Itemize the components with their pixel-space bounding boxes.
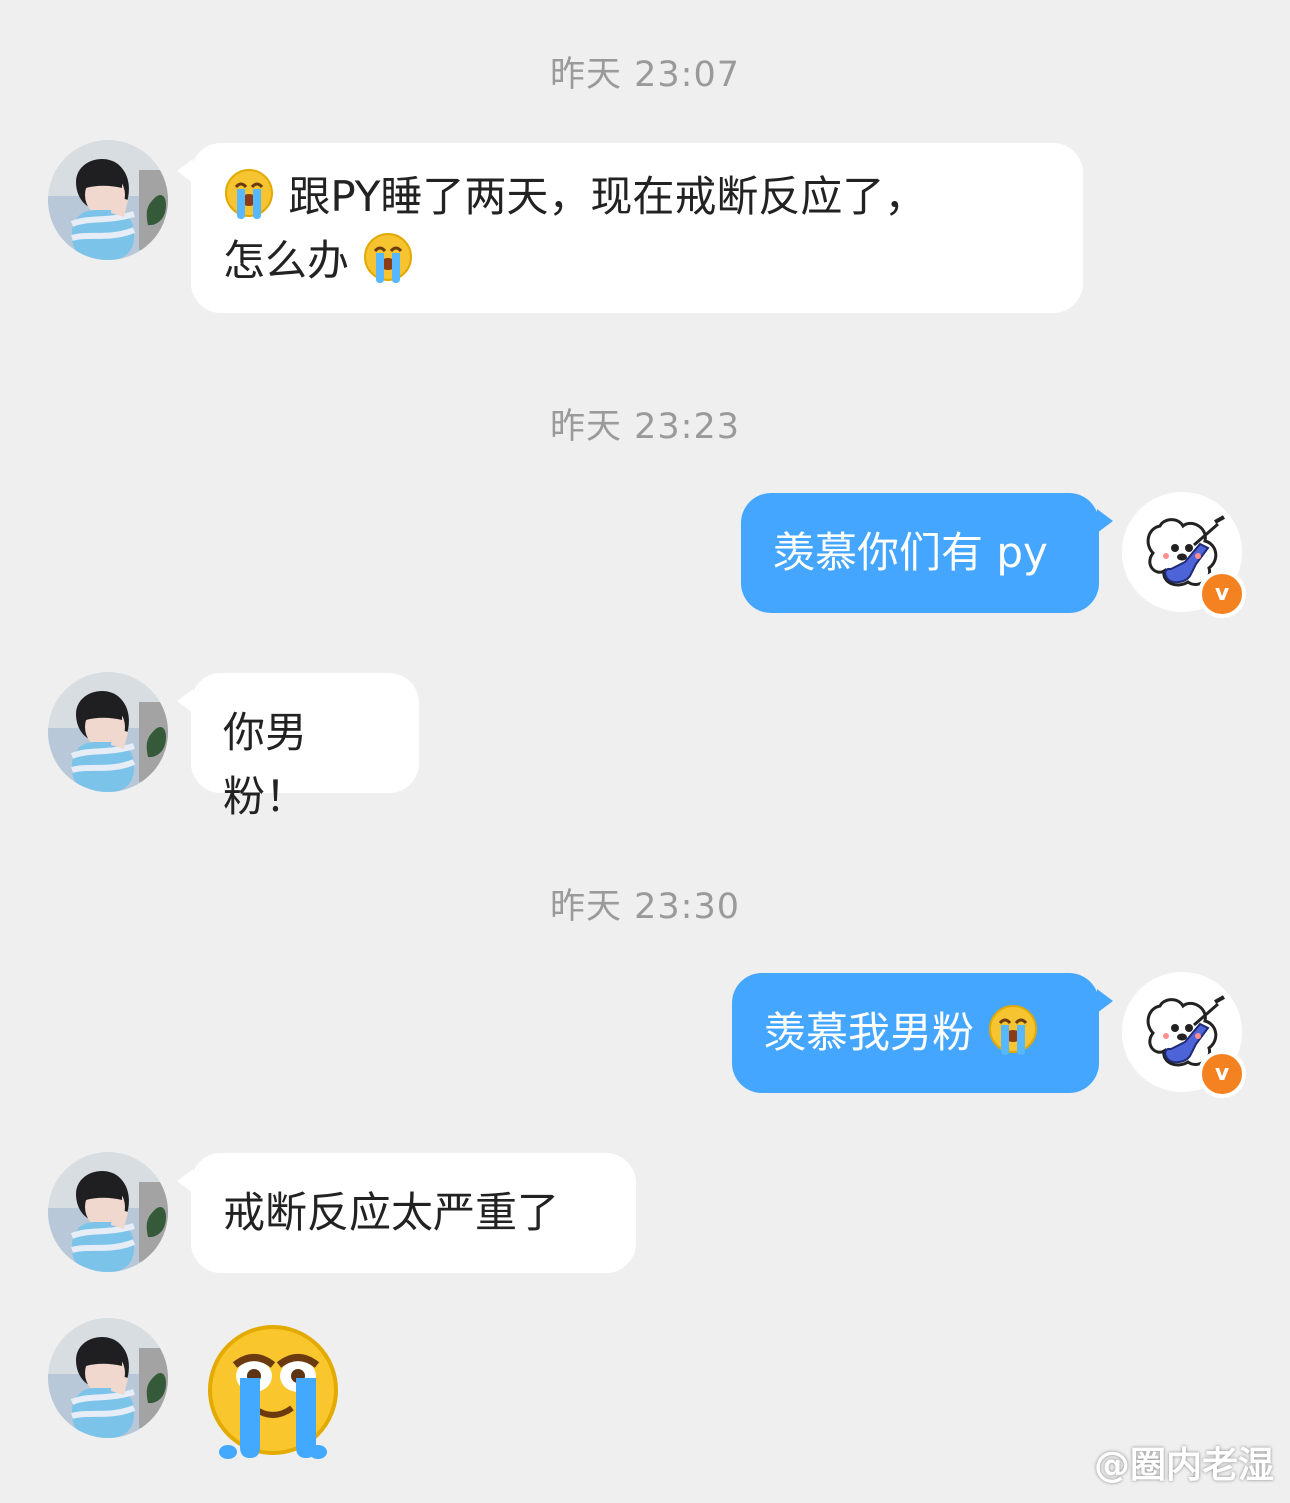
friend-avatar[interactable]: [48, 1152, 168, 1272]
timestamp: 昨天 23:30: [550, 887, 740, 927]
outgoing-message-bubble[interactable]: 羡慕你们有 py: [741, 493, 1113, 613]
friend-avatar[interactable]: [48, 672, 168, 792]
loudly-crying-face-icon: [362, 232, 414, 285]
message-text: 跟PY睡了两天，现在戒断反应了，: [288, 172, 927, 221]
message-text: 羡慕我男粉: [764, 1008, 975, 1057]
incoming-message-bubble[interactable]: 戒断反应太严重了: [177, 1153, 636, 1273]
loudly-crying-face-icon: [987, 1004, 1039, 1057]
watermark-text: @圈内老湿: [1093, 1445, 1274, 1486]
teary-face-icon[interactable]: [198, 1322, 348, 1472]
message-text: 戒断反应太严重了: [223, 1188, 560, 1237]
message-text: 你男粉！: [223, 708, 308, 821]
incoming-message-bubble[interactable]: 跟PY睡了两天，现在戒断反应了， 怎么办: [177, 143, 1083, 313]
message-text: 羡慕你们有 py: [773, 528, 1048, 577]
timestamp: 昨天 23:07: [550, 55, 740, 95]
incoming-message-bubble[interactable]: 你男粉！: [177, 673, 419, 821]
friend-avatar[interactable]: [48, 140, 168, 260]
friend-avatar[interactable]: [48, 1318, 168, 1438]
loudly-crying-face-icon: [223, 168, 288, 221]
message-text: 怎么办: [223, 236, 350, 285]
verified-badge-icon: v: [1198, 1050, 1246, 1098]
timestamp: 昨天 23:23: [550, 407, 740, 447]
verified-badge-icon: v: [1198, 570, 1246, 618]
outgoing-message-bubble[interactable]: 羡慕我男粉: [732, 973, 1113, 1093]
